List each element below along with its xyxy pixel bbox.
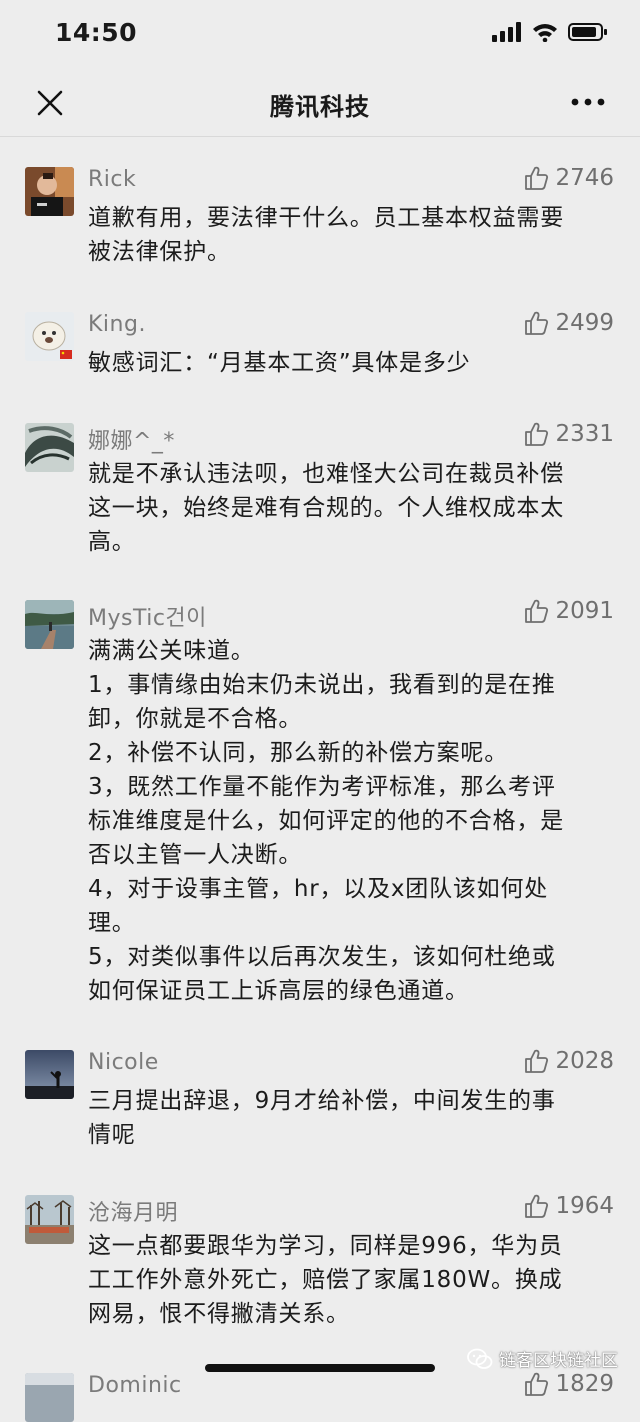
like-count: 2028 [555,1048,614,1074]
like-count: 2746 [555,165,614,191]
avatar[interactable] [25,1050,74,1099]
commenter-name: King. [88,312,146,337]
like-button[interactable]: 2091 [523,598,614,624]
avatar[interactable] [25,312,74,361]
like-count: 2091 [555,598,614,624]
avatar[interactable] [25,600,74,649]
comment-line: 高。 [88,529,136,555]
comment-line: 三月提出辞退，9月才给补偿，中间发生的事 [88,1088,556,1114]
avatar[interactable] [25,1195,74,1244]
signal-icon [492,22,521,42]
comment-text: 这一点都要跟华为学习，同样是996，华为员 工工作外意外死亡，赔偿了家属180W… [88,1229,618,1331]
comment-line: 网易，恨不得撇清关系。 [88,1301,350,1327]
comment-text: 道歉有用，要法律干什么。员工基本权益需要 被法律保护。 [88,201,618,269]
like-button[interactable]: 2028 [523,1048,614,1074]
thumbs-up-icon [525,166,549,190]
status-icons [492,22,608,42]
page-title: 腾讯科技 [270,93,370,121]
comment-line: 理。 [88,910,136,936]
comment-line: 2，补偿不认同，那么新的补偿方案呢。 [88,740,509,766]
comment-line: 情呢 [88,1122,136,1148]
comment-text: 三月提出辞退，9月才给补偿，中间发生的事 情呢 [88,1084,618,1152]
comment-line: 这一块，始终是难有合规的。个人维权成本太 [88,495,564,521]
like-count: 2499 [555,310,614,336]
watermark-text: 链客区块链社区 [499,1351,618,1371]
like-button[interactable]: 2746 [523,165,614,191]
thumbs-up-icon [525,1194,549,1218]
comment-line: 5，对类似事件以后再次发生，该如何杜绝或 [88,944,556,970]
thumbs-up-icon [525,1372,549,1396]
comment-line: 就是不承认违法呗，也难怪大公司在裁员补偿 [88,461,564,487]
thumbs-up-icon [525,422,549,446]
commenter-name: Rick [88,167,137,192]
like-button[interactable]: 1964 [523,1193,614,1219]
commenter-name: 娜娜^_* [88,429,175,454]
avatar[interactable] [25,167,74,216]
status-time: 14:50 [55,18,138,47]
comment-line: 道歉有用，要法律干什么。员工基本权益需要 [88,205,564,231]
comment-line: 工工作外意外死亡，赔偿了家属180W。换成 [88,1267,563,1293]
watermark: 链客区块链社区 [467,1346,618,1371]
like-button[interactable]: 2499 [523,310,614,336]
commenter-name: Dominic [88,1373,182,1398]
like-count: 1964 [555,1193,614,1219]
thumbs-up-icon [525,1049,549,1073]
status-bar: 14:50 [0,0,640,70]
comment-text: 就是不承认违法呗，也难怪大公司在裁员补偿 这一块，始终是难有合规的。个人维权成本… [88,457,618,559]
commenter-name: Nicole [88,1050,159,1075]
battery-icon [568,23,607,41]
home-indicator[interactable] [205,1364,435,1372]
comment-line: 1，事情缘由始末仍未说出，我看到的是在推 [88,672,556,698]
like-button[interactable]: 1829 [523,1371,614,1397]
comment-line: 满满公关味道。 [88,638,255,664]
like-count: 2331 [555,421,614,447]
commenter-name: MysTic건이 [88,606,207,631]
comment-line: 这一点都要跟华为学习，同样是996，华为员 [88,1233,563,1259]
more-options-icon[interactable] [570,96,606,108]
comment-line: 卸，你就是不合格。 [88,706,303,732]
like-count: 1829 [555,1371,614,1397]
navigation-bar: 腾讯科技 [0,70,640,137]
wechat-logo-icon [467,1348,493,1369]
comment-line: 否以主管一人决断。 [88,842,303,868]
thumbs-up-icon [525,599,549,623]
comment-line: 4，对于设事主管，hr，以及x团队该如何处 [88,876,549,902]
comment-line: 如何保证员工上诉高层的绿色通道。 [88,978,469,1004]
comment-line: 3，既然工作量不能作为考评标准，那么考评 [88,774,556,800]
thumbs-up-icon [525,311,549,335]
avatar[interactable] [25,1373,74,1422]
avatar[interactable] [25,423,74,472]
like-button[interactable]: 2331 [523,421,614,447]
commenter-name: 沧海月明 [88,1201,179,1226]
comment-line: 被法律保护。 [88,239,231,265]
comment-text: 满满公关味道。 1，事情缘由始末仍未说出，我看到的是在推 卸，你就是不合格。 2… [88,634,618,1008]
wifi-icon [533,24,557,42]
comment-line: 标准维度是什么，如何评定的他的不合格，是 [88,808,564,834]
comment-line: 敏感词汇：“月基本工资”具体是多少 [88,350,471,376]
comment-text: 敏感词汇：“月基本工资”具体是多少 [88,346,618,380]
